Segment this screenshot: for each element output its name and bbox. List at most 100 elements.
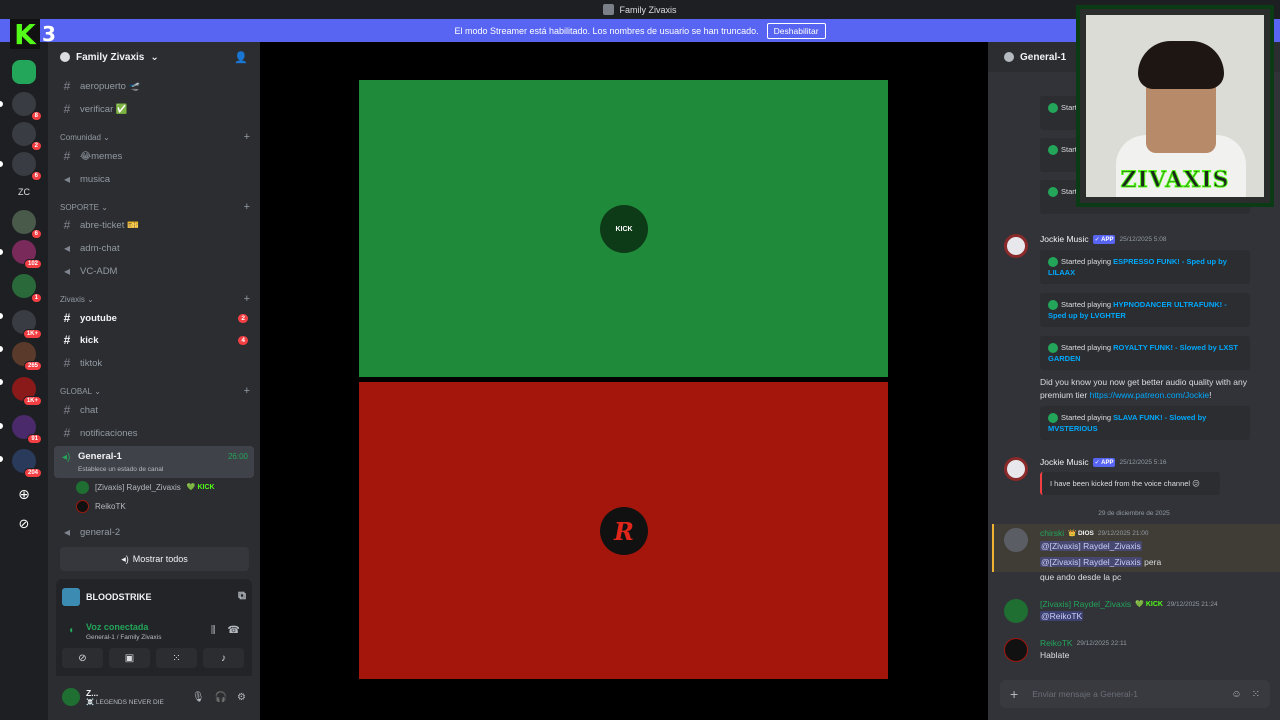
voice-connected-label[interactable]: Voz conectada (86, 622, 148, 632)
channel-musica[interactable]: ◂ musica (54, 169, 254, 189)
noise-suppression-icon[interactable]: ⫼ (211, 625, 216, 636)
window-title: Family Zivaxis (619, 4, 677, 15)
apps-icon[interactable]: ⁙ (1252, 689, 1260, 700)
settings-gear-icon[interactable]: ⚙ (237, 692, 246, 703)
voice-channel-general-1[interactable]: ◂) General-1 Establece un estado de cana… (54, 446, 254, 478)
channel-chat[interactable]: # chat (54, 400, 254, 420)
message-text: Hablate (1040, 650, 1070, 660)
message-text: Did you know you now get better audio qu… (1040, 377, 1247, 400)
soundboard-button[interactable]: ♪ (203, 648, 244, 668)
server-item[interactable]: 6 (12, 210, 42, 239)
music-embed: Started playing ROYALTY FUNK! - Slowed b… (1040, 336, 1250, 371)
music-embed: Started playing SLAVA FUNK! - Slowed by … (1040, 406, 1250, 441)
server-item-zc[interactable]: ZC (12, 180, 36, 204)
channel-general-2[interactable]: ◂ general-2 (54, 522, 254, 542)
channel-kick[interactable]: # kick 4 (54, 330, 254, 350)
voice-location[interactable]: General-1 / Family Zivaxis (86, 634, 162, 641)
channel-adm-chat[interactable]: ◂ adm-chat (54, 238, 254, 258)
category-comunidad[interactable]: Comunidad ⌄ + (60, 132, 250, 143)
emoji-icon[interactable]: ☺ (1231, 689, 1241, 700)
server-icon (603, 4, 615, 15)
activity-panel: BLOODSTRIKE ⧉ (56, 579, 252, 614)
avatar[interactable] (1004, 234, 1028, 258)
voice-user[interactable]: ReikoTK (76, 498, 126, 514)
avatar[interactable] (1004, 638, 1028, 662)
camera-off-button[interactable]: ⊘ (62, 648, 103, 668)
channel-memes[interactable]: # 😂memes (54, 146, 254, 166)
signal-icon[interactable]: ◖ (68, 625, 74, 636)
play-icon (1048, 187, 1058, 198)
screen-share-icon[interactable]: ⧉ (238, 590, 246, 603)
channel-abre-ticket[interactable]: # abre-ticket 🎫 (54, 215, 254, 235)
add-channel-icon[interactable]: + (244, 132, 250, 143)
disable-streamer-button[interactable]: Deshabilitar (766, 22, 826, 39)
video-tile-raydel[interactable]: KICK (359, 80, 888, 377)
microphone-icon[interactable]: 🎙 (192, 692, 205, 703)
channel-aeropuerto[interactable]: # aeropuerto 🛫 (54, 76, 254, 96)
voice-connection-panel: ◖ Voz conectada General-1 / Family Zivax… (56, 614, 252, 676)
channel-verificar[interactable]: # verificar ✅ (54, 99, 254, 119)
user-status: ☠️ LEGENDS NEVER DIE (86, 698, 164, 706)
guild-header[interactable]: Family Zivaxis ⌄ 👤 (48, 42, 260, 72)
avatar[interactable] (62, 688, 80, 706)
channel-tiktok[interactable]: # tiktok (54, 353, 254, 373)
avatar: R (600, 507, 648, 555)
unread-pip (0, 101, 3, 107)
message-text: @[Zivaxis] Raydel_Zivaxis pera (1040, 557, 1162, 567)
server-item[interactable]: 265 (12, 342, 42, 371)
server-item[interactable]: 1K+ (12, 377, 42, 406)
server-item[interactable]: 1K+ (12, 310, 42, 339)
server-item[interactable]: 102 (12, 240, 42, 269)
server-item[interactable]: 204 (12, 449, 42, 478)
category-global[interactable]: GLOBAL ⌄ + (60, 386, 250, 397)
hash-icon: # (63, 426, 71, 440)
add-channel-icon[interactable]: + (244, 202, 250, 213)
show-all-button[interactable]: ◂) Mostrar todos (60, 547, 249, 571)
message-input[interactable]: + Enviar mensaje a General-1 ☺ ⁙ (1000, 680, 1270, 708)
server-item[interactable]: 6 (12, 152, 42, 181)
unread-pip (0, 161, 3, 167)
home-icon[interactable] (12, 60, 36, 84)
message-input-placeholder[interactable]: Enviar mensaje a General-1 (1032, 689, 1138, 699)
discover-icon[interactable]: ⊘ (12, 512, 36, 536)
category-soporte[interactable]: SOPORTE ⌄ + (60, 202, 250, 213)
add-member-icon[interactable]: 👤 (234, 51, 248, 64)
speaker-icon: ◂) (62, 452, 71, 463)
channel-vc-adm[interactable]: ◂ VC-ADM (54, 261, 254, 281)
share-screen-button[interactable]: ▣ (109, 648, 150, 668)
avatar[interactable] (1004, 457, 1028, 481)
category-zivaxis[interactable]: Zivaxis ⌄ + (60, 294, 250, 305)
message-author: [Zivaxis] Raydel_Zivaxis 💚 KICK 29/12/20… (1040, 599, 1218, 609)
server-item[interactable]: 2 (12, 122, 42, 151)
video-tile-reiko[interactable]: R (359, 382, 888, 679)
hash-icon: # (63, 311, 71, 325)
channel-notificaciones[interactable]: # notificaciones (54, 423, 254, 443)
add-channel-icon[interactable]: + (244, 386, 250, 397)
avatar[interactable] (1004, 528, 1028, 552)
message-text: @[Zivaxis] Raydel_Zivaxis (1040, 541, 1142, 551)
activities-button[interactable]: ⁙ (156, 648, 197, 668)
message-text: que ando desde la pc (1040, 572, 1122, 582)
headphones-icon[interactable]: 🎧 (215, 692, 227, 703)
message-author: chirski 👑 DIOS 29/12/2025 21:00 (1040, 528, 1149, 538)
voice-user[interactable]: [Zivaxis] Raydel_Zivaxis 💚 KICK (76, 479, 215, 495)
avatar: KICK (600, 205, 648, 253)
disconnect-icon[interactable]: ☎ (228, 625, 240, 636)
channel-youtube[interactable]: # youtube 2 (54, 308, 254, 328)
add-server-icon[interactable]: ⊕ (12, 482, 36, 506)
unread-pip (0, 456, 3, 462)
voice-stage: KICK R (260, 42, 988, 720)
attach-plus-icon[interactable]: + (1010, 686, 1018, 702)
chat-bubble-icon (1004, 52, 1014, 62)
chat-channel-name: General-1 (1020, 51, 1067, 63)
add-channel-icon[interactable]: + (244, 294, 250, 305)
hash-icon: # (63, 102, 71, 116)
speaker-icon: ◂) (121, 553, 129, 564)
server-item[interactable]: 1 (12, 274, 42, 303)
server-item[interactable]: 8 (12, 92, 42, 121)
banner-text: El modo Streamer está habilitado. Los no… (454, 25, 759, 36)
play-icon (1048, 300, 1058, 311)
server-item[interactable]: 91 (12, 415, 42, 444)
avatar[interactable] (1004, 599, 1028, 623)
hash-icon: # (63, 79, 71, 93)
